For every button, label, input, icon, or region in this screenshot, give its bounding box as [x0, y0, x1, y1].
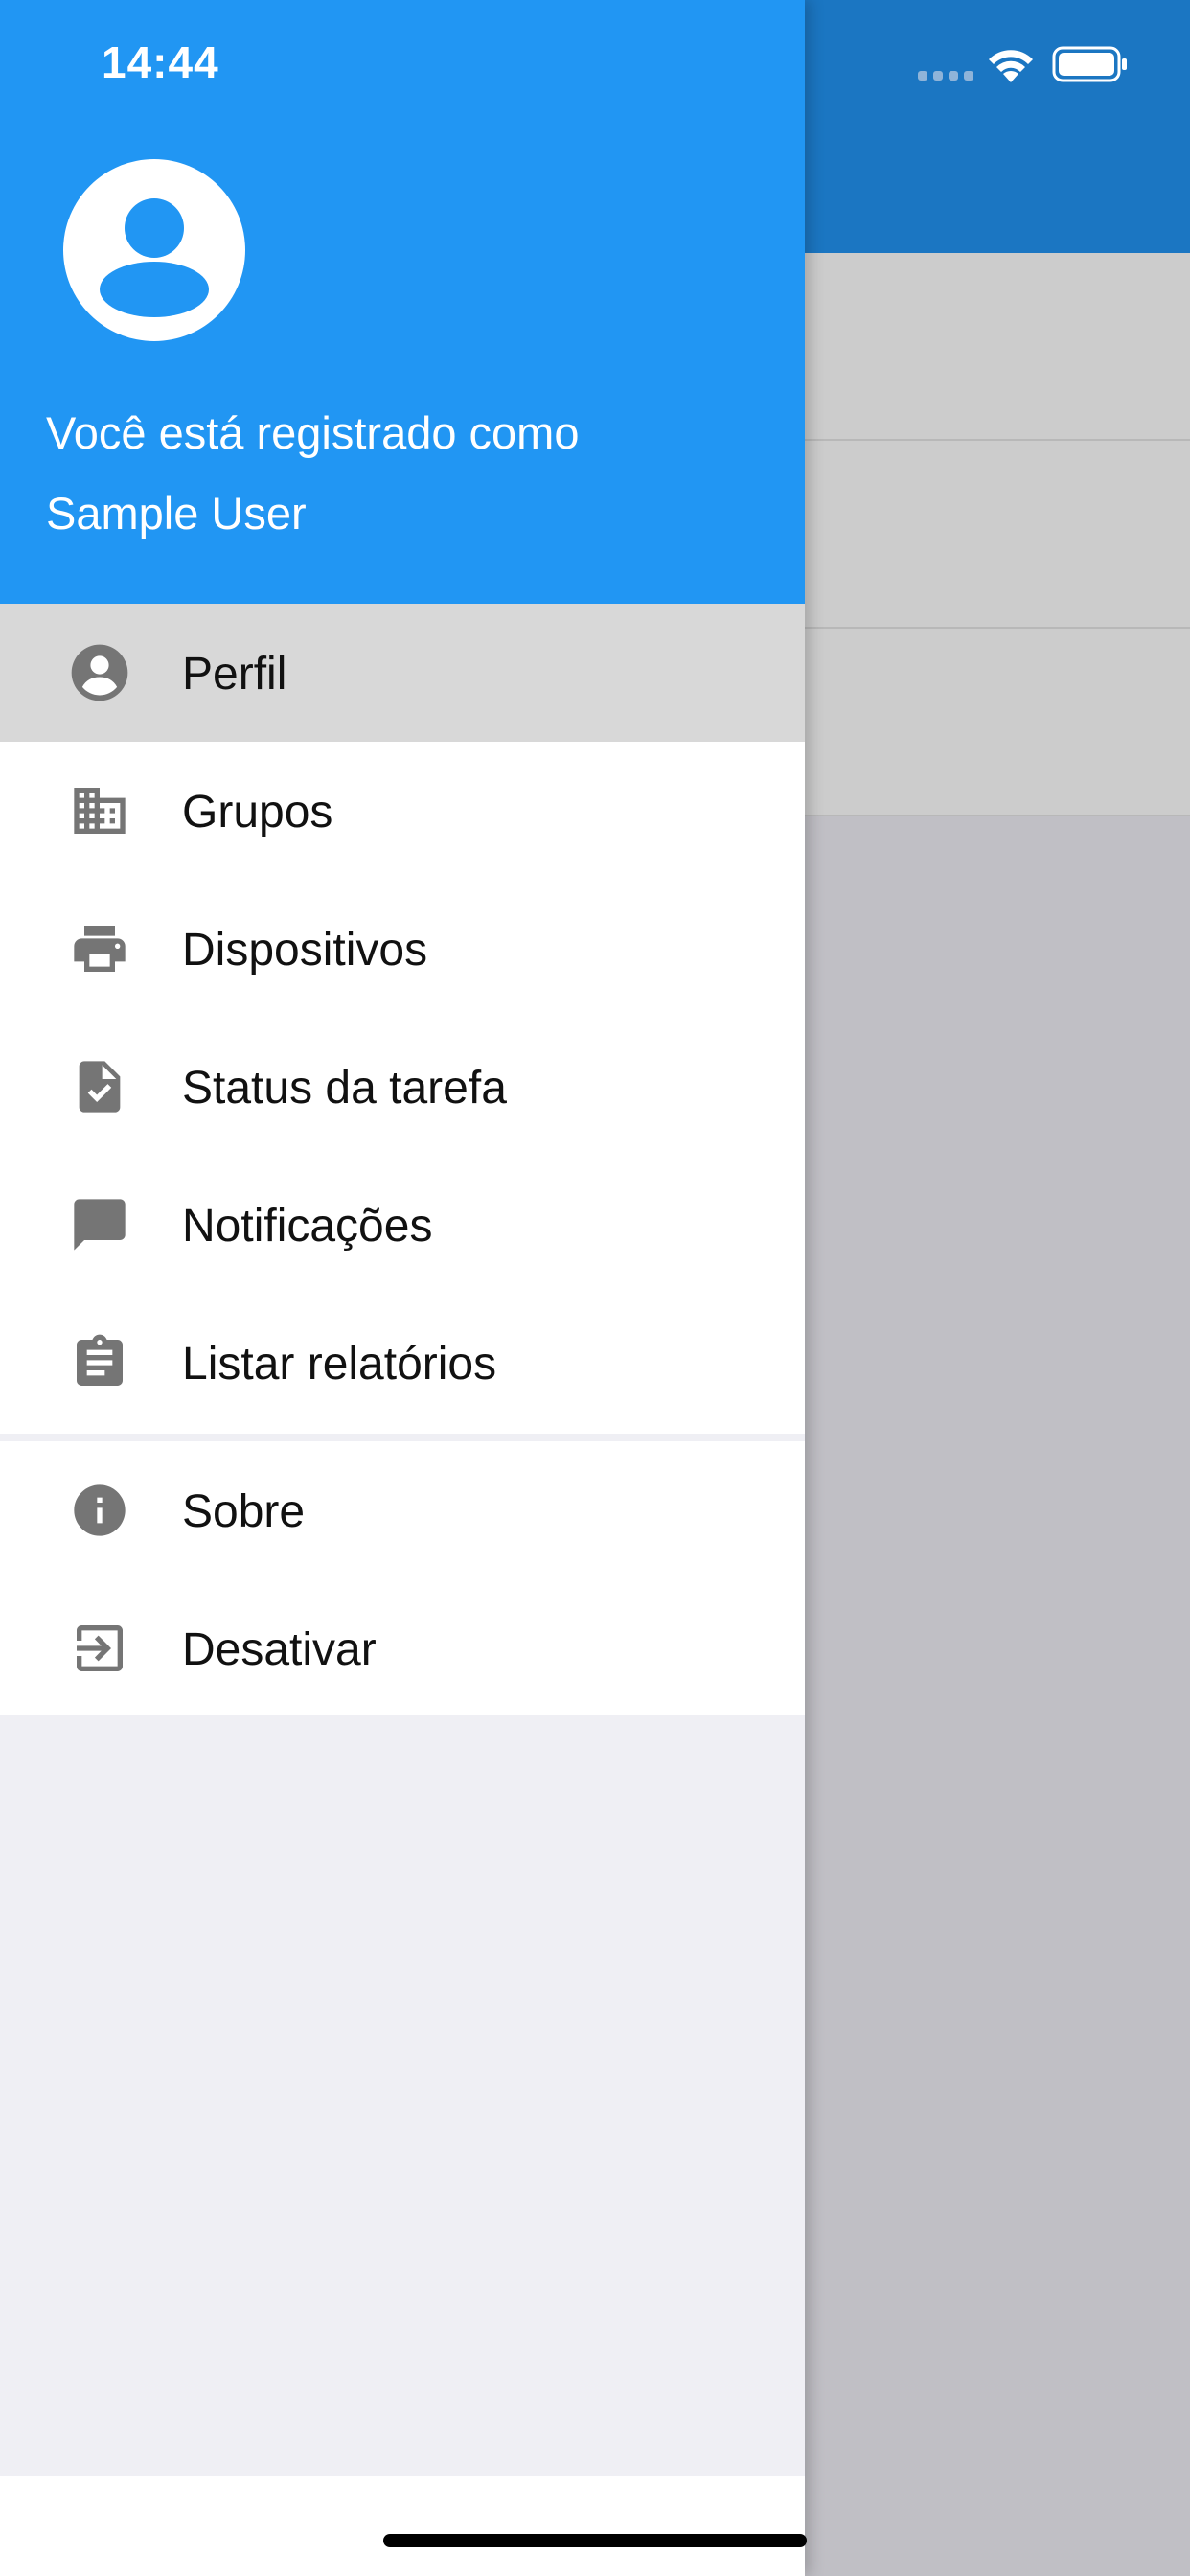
- clipboard-icon: [77, 1334, 123, 1386]
- menu-item-label: Perfil: [182, 649, 287, 700]
- menu-item-grupos[interactable]: Grupos: [0, 742, 805, 880]
- bottom-safe-area: [0, 2476, 805, 2576]
- building-icon: [74, 788, 126, 834]
- menu-item-listar-relatorios[interactable]: Listar relatórios: [0, 1294, 805, 1432]
- menu-group-secondary: Sobre Desativar: [0, 1441, 805, 1715]
- account-circle-icon: [71, 644, 128, 702]
- wifi-icon: [989, 50, 1033, 82]
- battery-icon: [1052, 46, 1127, 82]
- menu-item-label: Grupos: [182, 787, 333, 838]
- menu-item-notificacoes[interactable]: Notificações: [0, 1156, 805, 1294]
- status-bar: 14:44: [0, 0, 1190, 126]
- chat-bubble-icon: [74, 1199, 126, 1251]
- menu-item-status-da-tarefa[interactable]: Status da tarefa: [0, 1018, 805, 1156]
- exit-icon: [77, 1625, 123, 1671]
- menu-item-label: Sobre: [182, 1486, 306, 1537]
- user-name: Sample User: [46, 488, 307, 539]
- menu-group-main: Perfil Grupos Dispositivos Status da tar…: [0, 604, 805, 1434]
- menu-item-label: Notificações: [182, 1201, 433, 1252]
- menu-item-label: Status da tarefa: [182, 1063, 507, 1114]
- navigation-drawer: Você está registrado como Sample User Pe…: [0, 0, 805, 2576]
- menu-item-dispositivos[interactable]: Dispositivos: [0, 880, 805, 1018]
- home-indicator[interactable]: [383, 2534, 807, 2547]
- menu-item-label: Dispositivos: [182, 925, 428, 976]
- menu-item-label: Listar relatórios: [182, 1339, 497, 1390]
- menu-item-desativar[interactable]: Desativar: [0, 1579, 805, 1717]
- menu-item-label: Desativar: [182, 1624, 377, 1675]
- info-icon: [74, 1484, 126, 1536]
- account-circle-icon: [63, 159, 245, 341]
- menu-item-sobre[interactable]: Sobre: [0, 1441, 805, 1579]
- registered-as-label: Você está registrado como: [46, 407, 580, 458]
- file-check-icon: [79, 1061, 121, 1113]
- menu-item-perfil[interactable]: Perfil: [0, 604, 805, 742]
- printer-icon: [74, 926, 126, 972]
- signal-icon: [918, 71, 973, 80]
- status-time: 14:44: [102, 37, 219, 87]
